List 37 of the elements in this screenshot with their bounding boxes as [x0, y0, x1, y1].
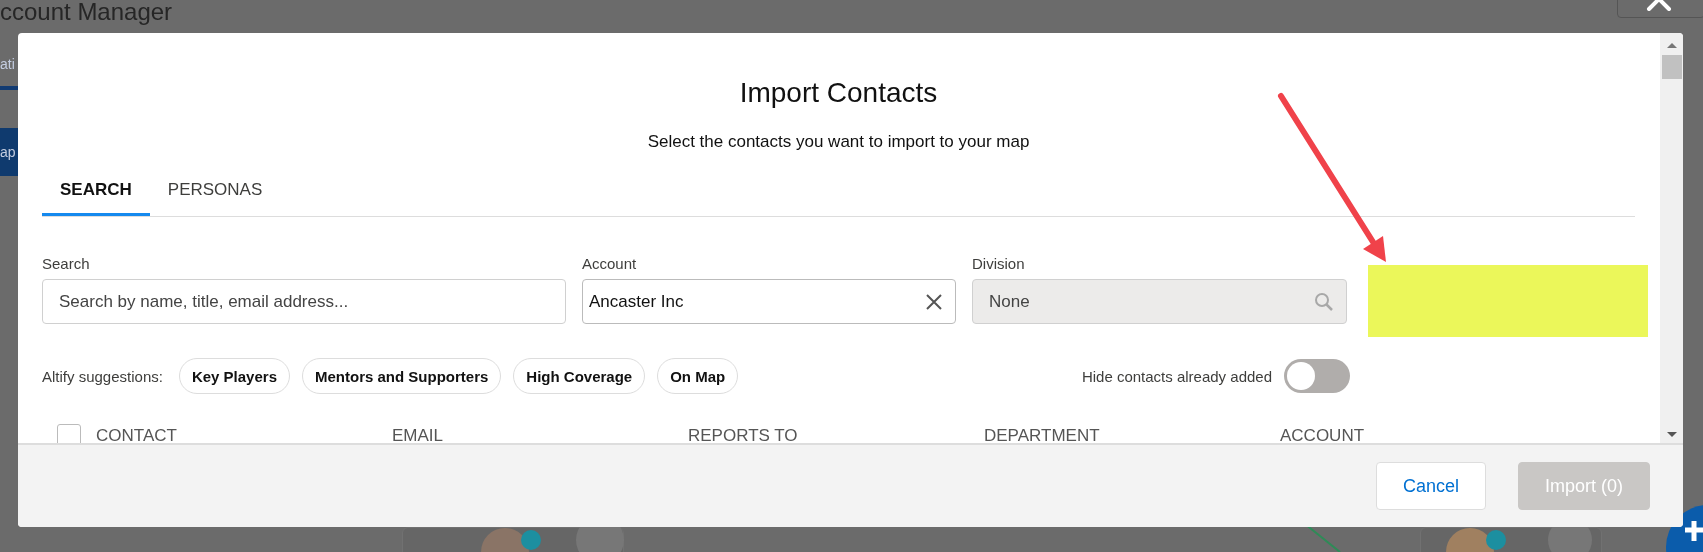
account-field[interactable]: Ancaster Inc [582, 279, 956, 324]
scroll-up-icon[interactable] [1665, 41, 1678, 49]
tab[interactable]: PERSONAS [149, 167, 281, 216]
key-badge-icon [1486, 530, 1506, 550]
dialog-button[interactable]: Cancel [1375, 462, 1486, 510]
toggle-label: Hide contacts already added [1081, 367, 1272, 385]
clear-icon[interactable] [925, 292, 943, 311]
close-button[interactable] [1617, 0, 1703, 18]
scrollbar-thumb[interactable] [1661, 55, 1682, 79]
suggestions-label: Altify suggestions: [42, 367, 163, 385]
page-title: ccount Manager [0, 0, 173, 27]
column-header: EMAIL [392, 425, 445, 443]
suggestion-chip[interactable]: On Map [657, 358, 739, 394]
suggestion-chip[interactable]: Key Players [178, 358, 290, 394]
suggestion-chip[interactable]: Mentors and Supporters [302, 358, 502, 394]
dialog-subtitle: Select the contacts you want to import to your map [646, 131, 1031, 153]
search-field[interactable]: Search by name, title, email address... [42, 279, 566, 324]
field-label: Division [972, 255, 1026, 273]
column-header: REPORTS TO [688, 425, 799, 443]
field-label: Account [582, 255, 638, 273]
key-badge-icon [521, 530, 541, 550]
column-header: CONTACT [96, 425, 178, 443]
avatar-icon [1446, 528, 1494, 552]
column-header: DEPARTMENT [984, 425, 1101, 443]
search-icon [1314, 291, 1334, 312]
field-label: Search [42, 255, 91, 273]
field-value: Ancaster Inc [589, 291, 684, 312]
scroll-down-icon[interactable] [1665, 431, 1678, 439]
tab[interactable]: SEARCH [42, 167, 150, 216]
suggestion-chip[interactable]: High Coverage [513, 358, 646, 394]
map-button[interactable]: ap [0, 128, 18, 176]
dialog-title: Import Contacts [738, 76, 939, 110]
toggle-switch[interactable] [1284, 359, 1350, 393]
scrollbar[interactable] [1660, 33, 1683, 443]
field-value: None [989, 291, 1030, 312]
column-header: ACCOUNT [1280, 425, 1366, 443]
avatar-icon [481, 528, 529, 552]
